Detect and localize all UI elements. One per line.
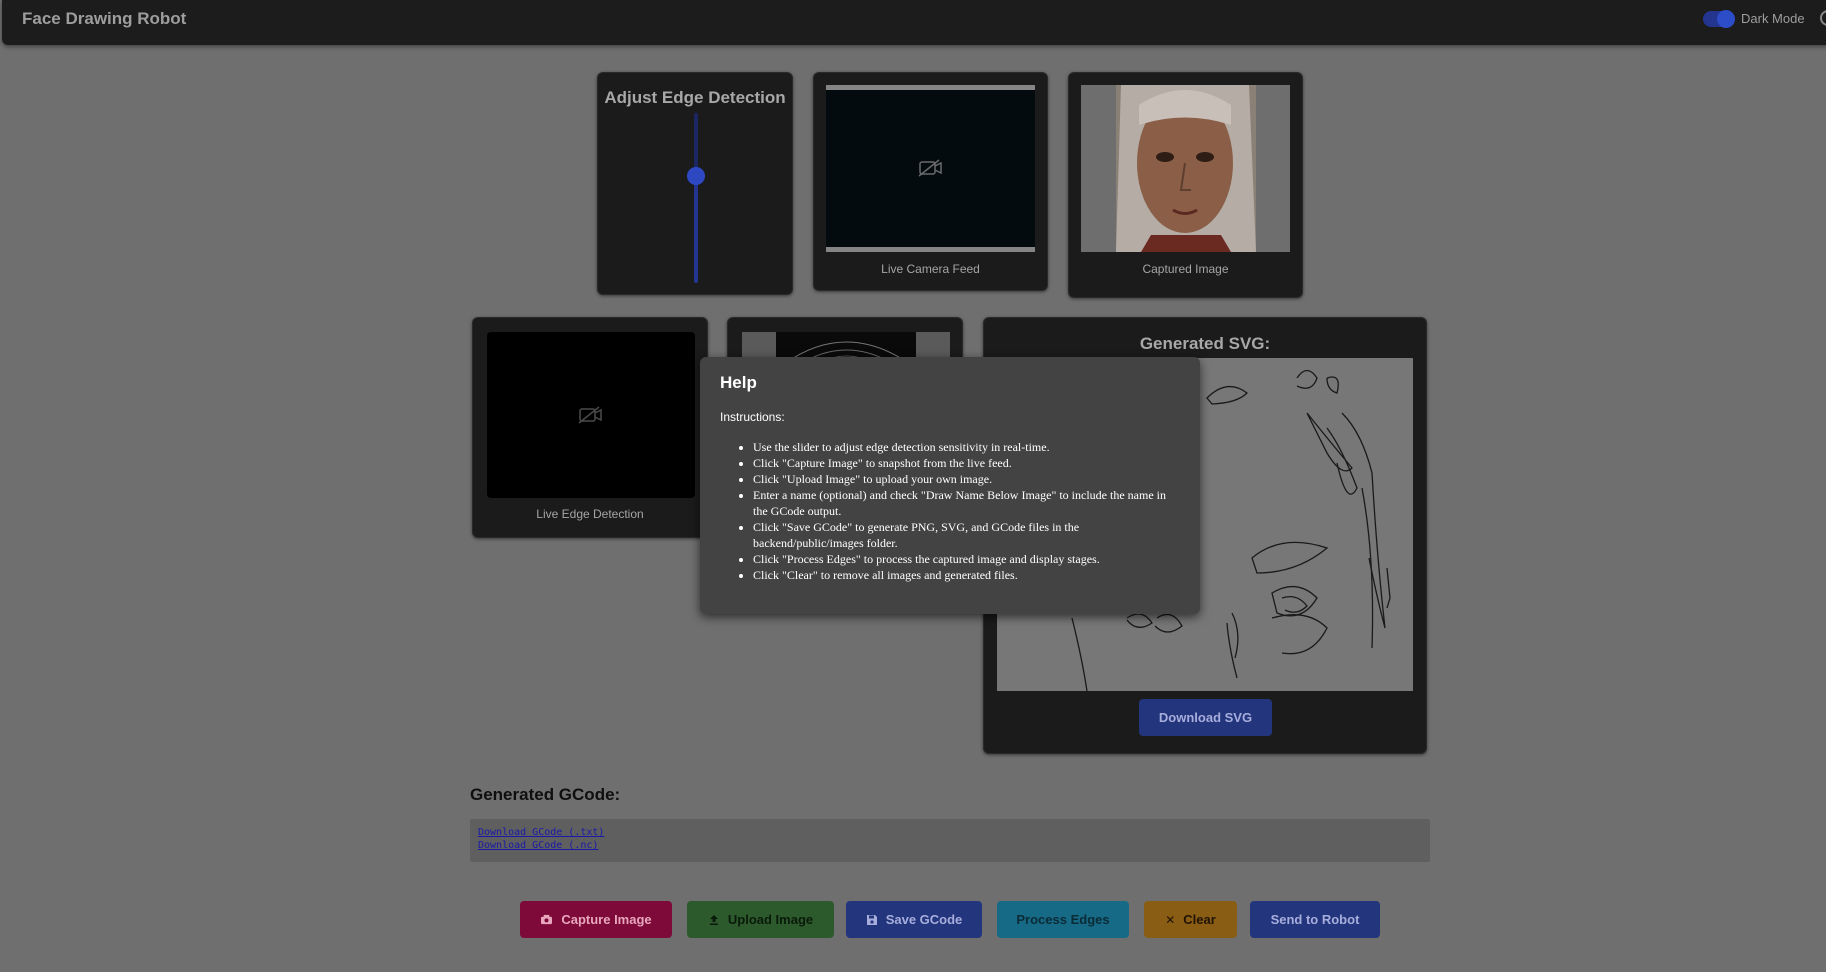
svg-title: Generated SVG:: [1139, 334, 1271, 353]
capture-image-label: Capture Image: [561, 912, 652, 927]
save-icon: [866, 914, 877, 925]
slider-title: Adjust Edge Detection: [604, 88, 786, 107]
help-item: Click "Upload Image" to upload your own …: [753, 471, 1183, 487]
help-item: Use the slider to adjust edge detection …: [753, 439, 1183, 455]
clear-label: Clear: [1183, 912, 1216, 927]
capture-image-button[interactable]: Capture Image: [520, 901, 672, 938]
app-title: Face Drawing Robot: [22, 9, 187, 28]
edge-card: Live Edge Detection: [472, 317, 708, 538]
help-item: Click "Capture Image" to snapshot from t…: [753, 455, 1183, 471]
camera-off-icon: [578, 406, 602, 424]
upload-image-label: Upload Image: [727, 912, 814, 927]
camera-card: Live Camera Feed: [813, 72, 1048, 291]
camera-feed: [826, 85, 1035, 252]
download-gcode-txt-link[interactable]: Download GCode (.txt): [478, 827, 604, 838]
help-item: Enter a name (optional) and check "Draw …: [753, 487, 1183, 519]
captured-image: [1081, 85, 1290, 252]
edge-slider-card: Adjust Edge Detection: [597, 72, 793, 295]
settings-icon[interactable]: [1820, 10, 1826, 26]
save-gcode-label: Save GCode: [885, 912, 963, 927]
edge-caption: Live Edge Detection: [536, 507, 644, 521]
slider-thumb[interactable]: [687, 166, 705, 185]
app-bar: Face Drawing Robot Dark Mode: [2, 0, 1826, 45]
process-edges-label: Process Edges: [1016, 912, 1110, 927]
help-subtitle: Instructions:: [720, 410, 785, 424]
camera-icon: [541, 914, 553, 925]
slider-fill: [694, 175, 698, 283]
help-item: Click "Clear" to remove all images and g…: [753, 567, 1183, 583]
face-photo: [1081, 85, 1290, 252]
dark-mode-toggle[interactable]: [1703, 10, 1735, 28]
download-svg-button[interactable]: Download SVG: [1139, 699, 1272, 736]
camera-caption: Live Camera Feed: [881, 262, 980, 276]
download-gcode-nc-link[interactable]: Download GCode (.nc): [478, 840, 598, 851]
help-title: Help: [720, 373, 757, 392]
edge-feed: [487, 332, 695, 498]
toggle-knob: [1717, 10, 1735, 28]
upload-image-button[interactable]: Upload Image: [687, 901, 834, 938]
clear-button[interactable]: ✕ Clear: [1144, 901, 1237, 938]
gcode-title: Generated GCode:: [470, 785, 621, 804]
dark-mode-label: Dark Mode: [1741, 11, 1805, 26]
help-item: Click "Save GCode" to generate PNG, SVG,…: [753, 519, 1183, 551]
save-gcode-button[interactable]: Save GCode: [846, 901, 982, 938]
gcode-links-box: Download GCode (.txt) Download GCode (.n…: [470, 819, 1430, 862]
upload-icon: [709, 914, 718, 925]
send-to-robot-label: Send to Robot: [1270, 912, 1360, 927]
send-to-robot-button[interactable]: Send to Robot: [1250, 901, 1380, 938]
captured-card: Captured Image: [1068, 72, 1303, 298]
camera-off-icon: [918, 159, 942, 177]
captured-caption: Captured Image: [1142, 262, 1229, 276]
help-item: Click "Process Edges" to process the cap…: [753, 551, 1183, 567]
close-icon: ✕: [1165, 912, 1176, 927]
help-dialog: Help Instructions: Use the slider to adj…: [700, 357, 1200, 614]
help-list: Use the slider to adjust edge detection …: [753, 439, 1183, 583]
process-edges-button[interactable]: Process Edges: [997, 901, 1129, 938]
